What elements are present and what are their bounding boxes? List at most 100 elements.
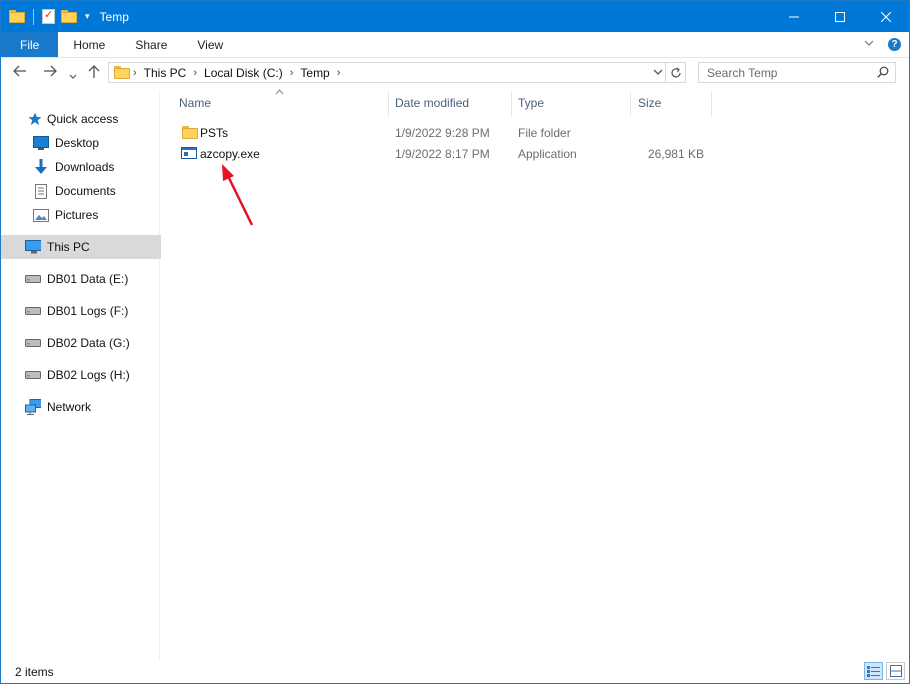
maximize-button[interactable] — [817, 1, 863, 32]
breadcrumb-separator[interactable]: › — [337, 67, 341, 79]
item-count: 2 items — [15, 664, 54, 679]
nav-label: Network — [47, 400, 92, 414]
search-input[interactable] — [705, 64, 869, 81]
file-type: Application — [518, 146, 577, 161]
application-icon — [181, 146, 197, 160]
explorer-window: ▾ Temp File Home Share View ? — [0, 0, 910, 684]
nav-label: Desktop — [55, 136, 100, 150]
minimize-icon — [789, 16, 799, 17]
nav-quick-access[interactable]: Quick access — [1, 107, 184, 131]
navigation-pane: Quick access Desktop 📌︎ Downloads 📌︎ Doc… — [1, 90, 186, 660]
nav-label: Pictures — [55, 208, 99, 222]
expand-ribbon-chevron-icon[interactable] — [864, 39, 874, 50]
nav-label: DB02 Logs (H:) — [47, 368, 130, 382]
chevron-down-icon — [69, 74, 77, 79]
drive-icon — [25, 335, 41, 351]
recent-locations-button[interactable] — [69, 67, 77, 85]
close-icon — [881, 11, 891, 22]
folder-icon — [114, 66, 130, 79]
drive-icon — [25, 271, 41, 287]
column-divider[interactable] — [511, 92, 512, 116]
drive-icon — [25, 303, 41, 319]
chevron-down-icon — [653, 69, 663, 75]
tab-home[interactable]: Home — [58, 32, 120, 57]
file-type: File folder — [518, 125, 571, 140]
customize-toolbar-dropdown-icon[interactable]: ▾ — [85, 11, 90, 22]
column-header-type[interactable]: Type — [518, 90, 628, 116]
star-icon — [27, 111, 43, 127]
nav-this-pc[interactable]: This PC — [1, 235, 182, 259]
nav-drive-e[interactable]: DB01 Data (E:) — [1, 267, 182, 291]
address-row: › This PC › Local Disk (C:) › Temp › — [1, 58, 909, 90]
nav-drive-f[interactable]: DB01 Logs (F:) — [1, 299, 182, 323]
status-bar: 2 items — [1, 660, 909, 683]
column-divider[interactable] — [388, 92, 389, 116]
breadcrumb-temp[interactable]: Temp — [300, 66, 329, 80]
file-date: 1/9/2022 9:28 PM — [395, 125, 490, 140]
desktop-icon — [33, 135, 49, 151]
back-arrow-icon — [13, 65, 26, 77]
back-button[interactable] — [13, 64, 27, 82]
up-arrow-icon — [88, 65, 100, 78]
details-view-icon — [867, 665, 880, 677]
tab-view[interactable]: View — [182, 32, 238, 57]
address-bar[interactable]: › This PC › Local Disk (C:) › Temp › — [108, 62, 666, 83]
close-button[interactable] — [863, 1, 909, 32]
nav-label: Downloads — [55, 160, 115, 174]
drive-icon — [25, 367, 41, 383]
refresh-icon — [670, 66, 681, 78]
folder-icon — [9, 10, 25, 23]
file-list: Name Date modified Type Size PSTs 1/9/20… — [161, 89, 909, 660]
refresh-button[interactable] — [666, 62, 686, 83]
documents-icon — [33, 183, 49, 199]
properties-icon[interactable] — [42, 8, 55, 24]
file-size: 26,981 KB — [647, 146, 704, 161]
file-name: azcopy.exe — [200, 146, 260, 161]
pictures-icon — [33, 207, 49, 223]
help-icon[interactable]: ? — [888, 38, 901, 51]
breadcrumb-local-disk[interactable]: Local Disk (C:) — [204, 66, 283, 80]
nav-label: DB01 Logs (F:) — [47, 304, 129, 318]
details-view-button[interactable] — [864, 662, 883, 680]
nav-drive-h[interactable]: DB02 Logs (H:) — [1, 363, 182, 387]
column-header-date-modified[interactable]: Date modified — [395, 90, 511, 116]
file-row-azcopy[interactable]: azcopy.exe 1/9/2022 8:17 PM Application … — [175, 143, 735, 164]
address-history-dropdown[interactable] — [653, 65, 663, 82]
column-divider[interactable] — [711, 92, 712, 116]
window-controls — [771, 1, 909, 32]
title-bar: ▾ Temp — [1, 1, 909, 32]
breadcrumb-separator[interactable]: › — [133, 67, 137, 79]
nav-network[interactable]: Network — [1, 395, 182, 419]
column-divider[interactable] — [630, 92, 631, 116]
file-date: 1/9/2022 8:17 PM — [395, 146, 490, 161]
large-icons-view-button[interactable] — [886, 662, 905, 680]
search-icon — [877, 66, 889, 78]
search-box[interactable] — [698, 62, 896, 83]
file-row-psts[interactable]: PSTs 1/9/2022 9:28 PM File folder — [175, 122, 735, 143]
large-icons-view-icon — [889, 665, 902, 677]
column-header-name[interactable]: Name — [179, 90, 387, 116]
window-title: Temp — [99, 9, 129, 24]
nav-label: Quick access — [47, 112, 119, 126]
up-button[interactable] — [88, 64, 100, 83]
ribbon-right-controls: ? — [864, 32, 901, 57]
column-header-size[interactable]: Size — [638, 90, 710, 116]
breadcrumb-separator[interactable]: › — [290, 67, 294, 79]
minimize-button[interactable] — [771, 1, 817, 32]
nav-drive-g[interactable]: DB02 Data (G:) — [1, 331, 182, 355]
tab-share[interactable]: Share — [120, 32, 182, 57]
breadcrumb-separator[interactable]: › — [193, 67, 197, 79]
maximize-icon — [835, 11, 845, 22]
downloads-icon — [33, 159, 49, 175]
new-folder-icon[interactable] — [61, 10, 77, 23]
breadcrumb-this-pc[interactable]: This PC — [144, 66, 187, 80]
view-switcher — [864, 662, 905, 680]
toolbar-separator — [33, 8, 34, 25]
nav-label: Documents — [55, 184, 116, 198]
forward-button[interactable] — [43, 64, 57, 82]
file-name: PSTs — [200, 125, 229, 140]
nav-label: This PC — [47, 240, 90, 254]
computer-icon — [25, 239, 41, 255]
tab-file[interactable]: File — [1, 32, 59, 57]
quick-access-toolbar: ▾ — [9, 8, 90, 25]
